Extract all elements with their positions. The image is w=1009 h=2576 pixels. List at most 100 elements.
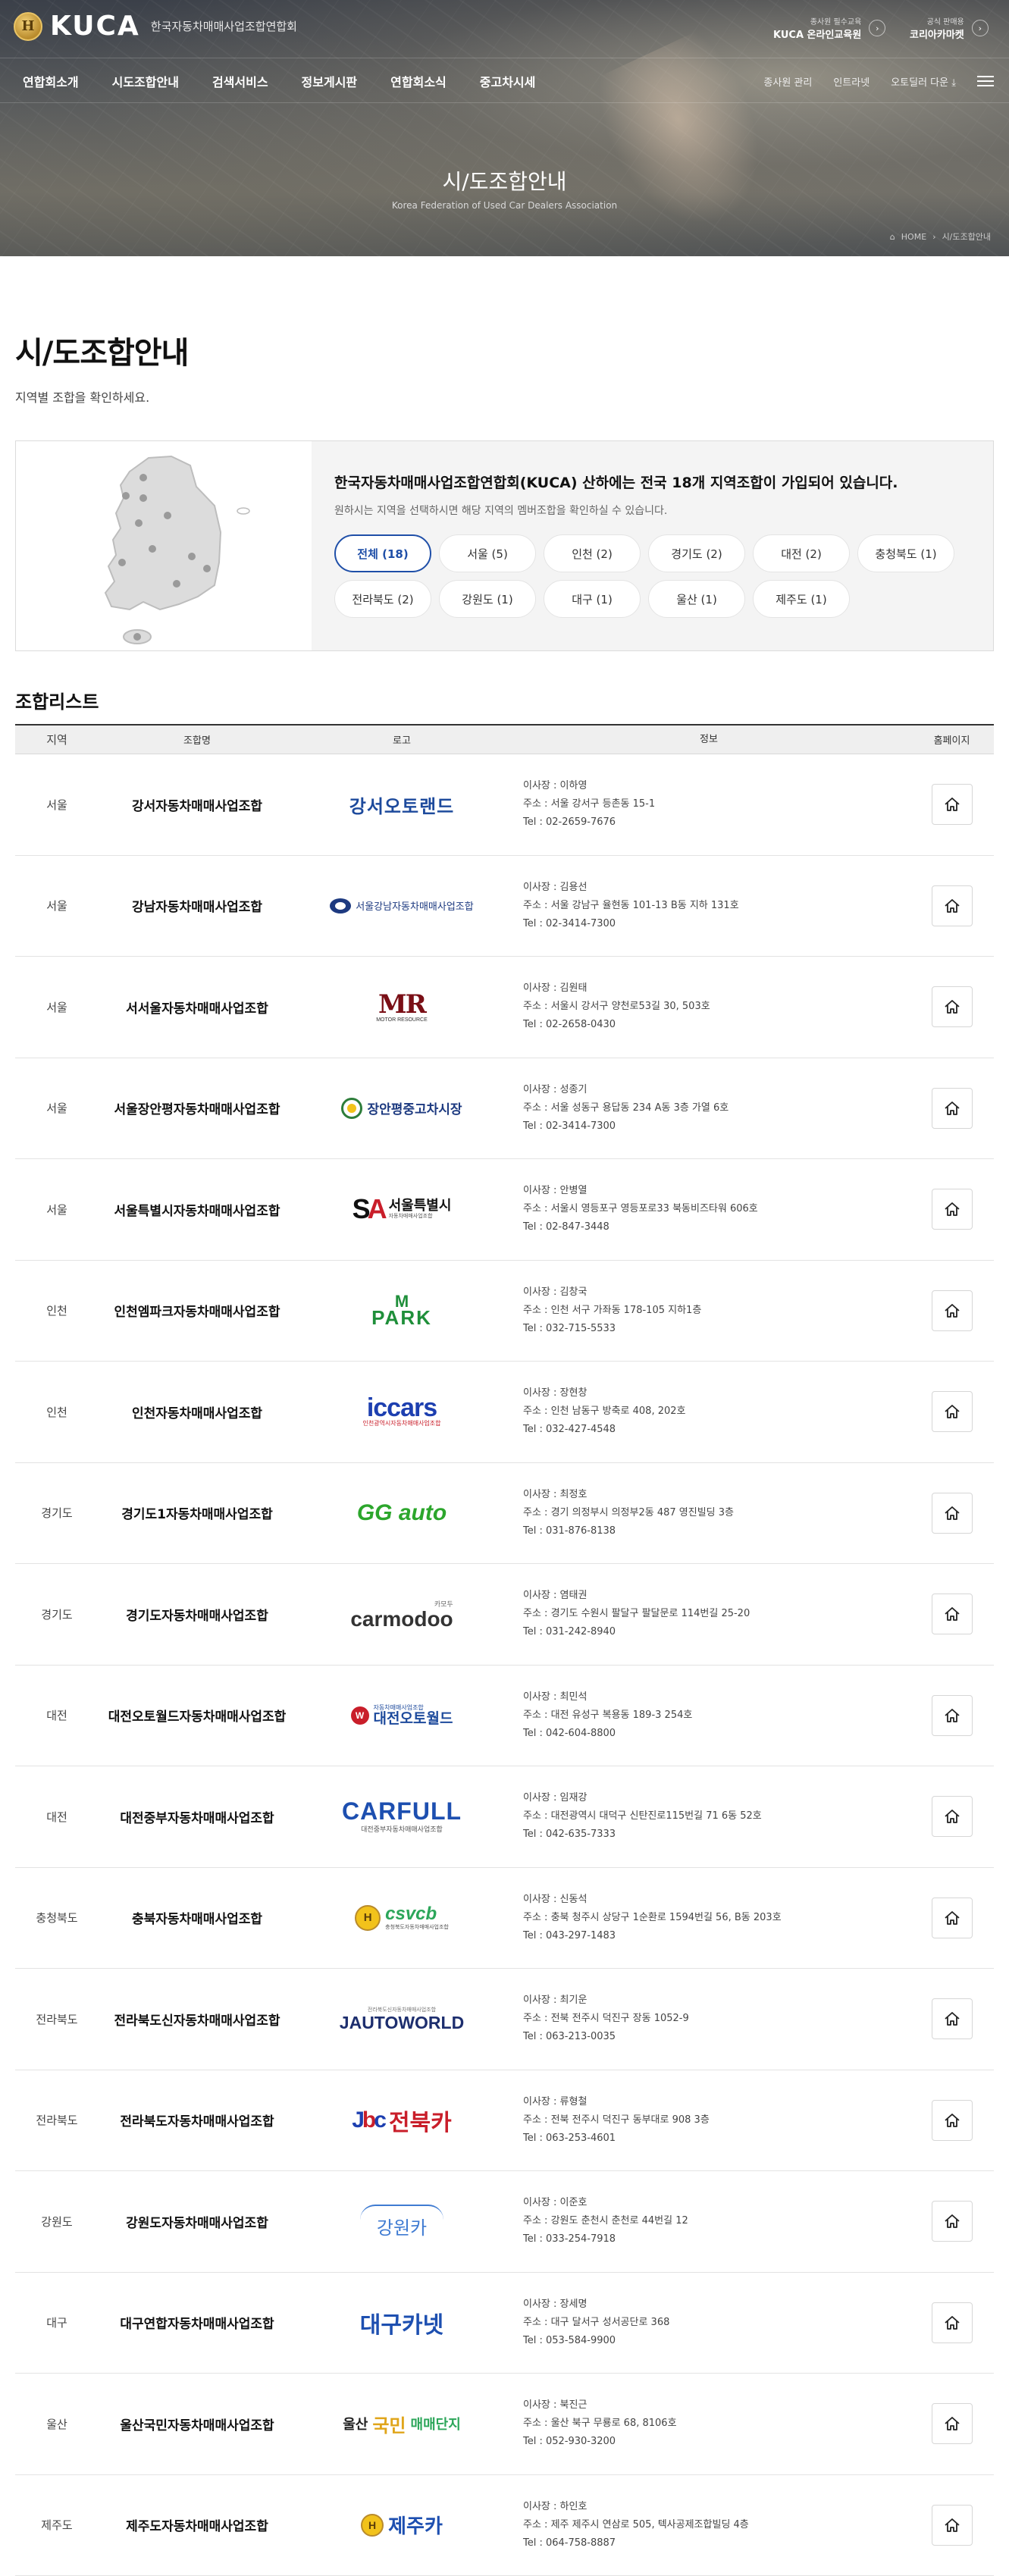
- union-logo: CARFULL대전중부자동차매매사업조합: [296, 1800, 508, 1834]
- home-icon: [944, 1201, 960, 1217]
- row-info: 이사장 : 김원태 주소 : 서울시 강서구 양천로53길 30, 503호 T…: [508, 979, 910, 1034]
- row-chair: 이사장 : 하인호: [523, 2498, 910, 2516]
- region-chip-jeju[interactable]: 제주도 (1): [753, 580, 850, 618]
- row-tel: Tel : 02-2659-7676: [523, 813, 910, 832]
- homepage-button[interactable]: [932, 1594, 973, 1634]
- row-tel: Tel : 053-584-9900: [523, 2332, 910, 2350]
- row-info: 이사장 : 성종기 주소 : 서울 성동구 용답동 234 A동 3층 가열 6…: [508, 1081, 910, 1136]
- promo-small-text: 공식 판매용: [910, 15, 964, 27]
- breadcrumb-home[interactable]: HOME: [901, 232, 926, 242]
- row-chair: 이사장 : 류형철: [523, 2093, 910, 2111]
- top-bar: KUCA 한국자동차매매사업조합연합회 종사원 필수교육 KUCA 온라인교육원…: [0, 0, 1009, 58]
- row-name: 서울장안평자동차매매사업조합: [99, 1098, 296, 1117]
- util-link-autodealer-download[interactable]: 오토딜러 다운 ⤓: [891, 74, 956, 89]
- region-chip-all[interactable]: 전체 (18): [334, 534, 431, 572]
- row-name: 전라북도신자동차매매사업조합: [99, 2010, 296, 2029]
- row-home-cell: [910, 1290, 994, 1331]
- row-info: 이사장 : 안병열 주소 : 서울시 영등포구 영등포로33 북동비즈타워 60…: [508, 1182, 910, 1236]
- region-filter-panel: 한국자동차매매사업조합연합회(KUCA) 산하에는 전국 18개 지역조합이 가…: [312, 441, 993, 650]
- homepage-button[interactable]: [932, 1290, 973, 1331]
- row-address: 주소 : 인천 서구 가좌동 178-105 지하1층: [523, 1302, 910, 1320]
- region-chip-ulsan[interactable]: 울산 (1): [648, 580, 745, 618]
- korea-map[interactable]: [16, 441, 312, 650]
- row-info: 이사장 : 최민석 주소 : 대전 유성구 복용동 189-3 254호 Tel…: [508, 1688, 910, 1743]
- homepage-button[interactable]: [932, 2302, 973, 2343]
- union-logo: GG auto: [296, 1500, 508, 1526]
- menu-icon[interactable]: [977, 76, 994, 86]
- homepage-button[interactable]: [932, 1998, 973, 2039]
- region-chip-jeonbuk[interactable]: 전라북도 (2): [334, 580, 431, 618]
- region-chip-daejeon[interactable]: 대전 (2): [753, 534, 850, 572]
- region-chip-chungbuk[interactable]: 충청북도 (1): [857, 534, 954, 572]
- logo-text: 대전오토월드: [374, 1712, 453, 1727]
- row-info: 이사장 : 신동석 주소 : 충북 청주시 상당구 1순환로 1594번길 56…: [508, 1891, 910, 1945]
- row-region: 제주도: [15, 2517, 99, 2533]
- homepage-button[interactable]: [932, 1796, 973, 1837]
- union-logo: 강서오토랜드: [296, 791, 508, 818]
- site-logo[interactable]: KUCA 한국자동차매매사업조합연합회: [14, 11, 297, 42]
- table-row: 서울 서울특별시자동차매매사업조합 SA서울특별시자동차매매사업조합 이사장 :…: [15, 1159, 994, 1261]
- region-chip-daegu[interactable]: 대구 (1): [544, 580, 641, 618]
- util-link-intranet[interactable]: 인트라넷: [833, 74, 870, 89]
- row-region: 전라북도: [15, 2112, 99, 2128]
- nav-item-about[interactable]: 연합회소개: [23, 72, 79, 90]
- homepage-button[interactable]: [932, 1189, 973, 1230]
- homepage-button[interactable]: [932, 1898, 973, 1938]
- table-row: 서울 서울장안평자동차매매사업조합 장안평중고차시장 이사장 : 성종기 주소 …: [15, 1058, 994, 1160]
- row-home-cell: [910, 1493, 994, 1534]
- region-chip-gangwon[interactable]: 강원도 (1): [439, 580, 536, 618]
- region-chip-gyeonggi[interactable]: 경기도 (2): [648, 534, 745, 572]
- homepage-button[interactable]: [932, 2505, 973, 2546]
- nav-item-news[interactable]: 연합회소식: [390, 72, 447, 90]
- row-tel: Tel : 032-715-5533: [523, 1320, 910, 1338]
- row-tel: Tel : 043-297-1483: [523, 1927, 910, 1945]
- chevron-right-icon: ›: [972, 20, 989, 36]
- home-icon: [944, 2314, 960, 2331]
- korea-car-market-link[interactable]: 공식 판매용 코리아카마켓 ›: [910, 15, 989, 41]
- nav-item-used-car-price[interactable]: 중고차시세: [480, 72, 536, 90]
- region-chips: 전체 (18) 서울 (5) 인천 (2) 경기도 (2) 대전 (2) 충청북…: [334, 534, 956, 618]
- breadcrumb: ⌂ HOME › 시/도조합안내: [890, 230, 991, 243]
- row-name: 대전중부자동차매매사업조합: [99, 1807, 296, 1826]
- util-link-staff[interactable]: 종사원 관리: [763, 74, 812, 89]
- row-info: 이사장 : 장세명 주소 : 대구 달서구 성서공단로 368 Tel : 05…: [508, 2296, 910, 2350]
- online-education-link[interactable]: 종사원 필수교육 KUCA 온라인교육원 ›: [773, 15, 885, 41]
- home-icon: [944, 1707, 960, 1724]
- union-logo: MPARK: [296, 1295, 508, 1327]
- row-region: 경기도: [15, 1505, 99, 1521]
- col-header-info: 정보: [508, 731, 910, 749]
- row-tel: Tel : 02-2658-0430: [523, 1016, 910, 1034]
- logo-text: 제주카: [388, 2511, 443, 2539]
- table-row: 대전 대전오토월드자동차매매사업조합 W자동차매매사업조합대전오토월드 이사장 …: [15, 1666, 994, 1767]
- homepage-button[interactable]: [932, 784, 973, 825]
- homepage-button[interactable]: [932, 986, 973, 1027]
- union-logo: MRMOTOR RESOURCE: [296, 992, 508, 1023]
- row-region: 대구: [15, 2314, 99, 2330]
- logo-end: 매매단지: [411, 2414, 461, 2433]
- homepage-button[interactable]: [932, 2100, 973, 2141]
- main-nav: 연합회소개 시도조합안내 검색서비스 정보게시판 연합회소식 중고차시세 종사원…: [0, 58, 1009, 103]
- table-row: 전라북도 전라북도자동차매매사업조합 Jbc전북카 이사장 : 류형철 주소 :…: [15, 2070, 994, 2172]
- region-chip-incheon[interactable]: 인천 (2): [544, 534, 641, 572]
- region-chip-seoul[interactable]: 서울 (5): [439, 534, 536, 572]
- row-region: 강원도: [15, 2214, 99, 2230]
- home-icon[interactable]: ⌂: [890, 232, 895, 242]
- homepage-button[interactable]: [932, 2403, 973, 2444]
- homepage-button[interactable]: [932, 1391, 973, 1432]
- nav-item-board[interactable]: 정보게시판: [302, 72, 358, 90]
- homepage-button[interactable]: [932, 2201, 973, 2242]
- nav-item-search-service[interactable]: 검색서비스: [212, 72, 268, 90]
- homepage-button[interactable]: [932, 1088, 973, 1129]
- homepage-button[interactable]: [932, 1695, 973, 1736]
- row-name: 강서자동차매매사업조합: [99, 795, 296, 814]
- homepage-button[interactable]: [932, 885, 973, 926]
- union-logo: W자동차매매사업조합대전오토월드: [296, 1703, 508, 1727]
- logo-text: 강원카: [377, 2220, 427, 2238]
- row-address: 주소 : 서울 강남구 율현동 101-13 B동 지하 131호: [523, 897, 910, 915]
- row-home-cell: [910, 1391, 994, 1432]
- autoworld-w-icon: W: [351, 1706, 369, 1725]
- homepage-button[interactable]: [932, 1493, 973, 1534]
- info-subtext: 원하시는 지역을 선택하시면 해당 지역의 멤버조합을 확인하실 수 있습니다.: [334, 503, 972, 518]
- nav-item-regional-unions[interactable]: 시도조합안내: [112, 72, 179, 90]
- row-name: 대구연합자동차매매사업조합: [99, 2313, 296, 2332]
